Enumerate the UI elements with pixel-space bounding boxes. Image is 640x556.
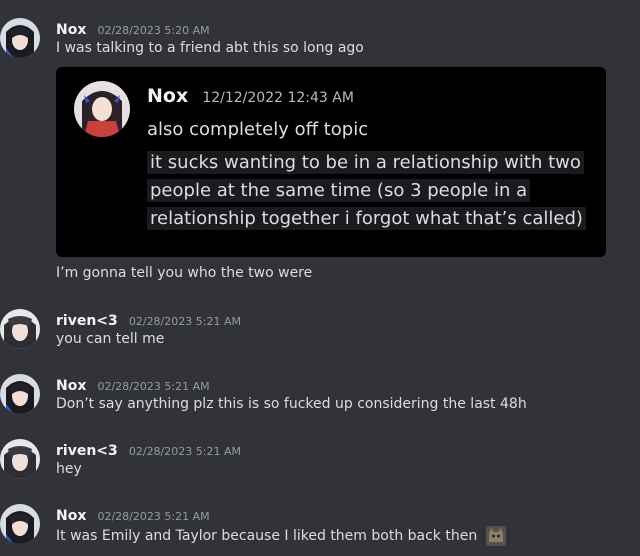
timestamp: 02/28/2023 5:21 AM: [97, 510, 210, 523]
timestamp: 02/28/2023 5:20 AM: [97, 24, 210, 37]
anime-girl-avatar-icon: [74, 81, 130, 137]
embed-line-highlighted: relationship together i forgot what that…: [147, 207, 586, 230]
message-text: hey: [56, 461, 82, 477]
embed-author-name[interactable]: Nox: [147, 85, 188, 107]
embed-avatar[interactable]: [74, 81, 130, 137]
author-name[interactable]: Nox: [56, 22, 86, 38]
message-text: I was talking to a friend abt this so lo…: [56, 40, 364, 56]
avatar[interactable]: [0, 18, 40, 58]
timestamp: 02/28/2023 5:21 AM: [128, 315, 241, 328]
message-text: It was Emily and Taylor because I liked …: [56, 528, 478, 544]
anime-girl-avatar-icon: [0, 309, 40, 349]
author-name[interactable]: Nox: [56, 508, 86, 524]
anime-girl-avatar-icon: [0, 374, 40, 414]
avatar[interactable]: [0, 374, 40, 414]
message-text: Don’t say anything plz this is so fucked…: [56, 396, 527, 412]
message-text: you can tell me: [56, 331, 165, 347]
anime-girl-avatar-icon: [0, 439, 40, 479]
message-embed[interactable]: Nox 12/12/2022 12:43 AM also completely …: [56, 67, 606, 257]
avatar[interactable]: [0, 439, 40, 479]
embed-line-highlighted: it sucks wanting to be in a relationship…: [147, 151, 584, 174]
author-name[interactable]: riven<3: [56, 443, 118, 459]
anime-girl-avatar-icon: [0, 504, 40, 544]
cat-emoji-icon[interactable]: [485, 526, 506, 546]
avatar[interactable]: [0, 504, 40, 544]
timestamp: 02/28/2023 5:21 AM: [128, 445, 241, 458]
timestamp: 02/28/2023 5:21 AM: [97, 380, 210, 393]
message-text: I’m gonna tell you who the two were: [56, 265, 313, 281]
embed-line-highlighted: people at the same time (so 3 people in …: [147, 179, 531, 202]
avatar[interactable]: [0, 309, 40, 349]
embed-timestamp: 12/12/2022 12:43 AM: [202, 90, 354, 106]
author-name[interactable]: riven<3: [56, 313, 118, 329]
embed-line: also completely off topic: [147, 119, 369, 140]
author-name[interactable]: Nox: [56, 378, 86, 394]
anime-girl-avatar-icon: [0, 18, 40, 58]
